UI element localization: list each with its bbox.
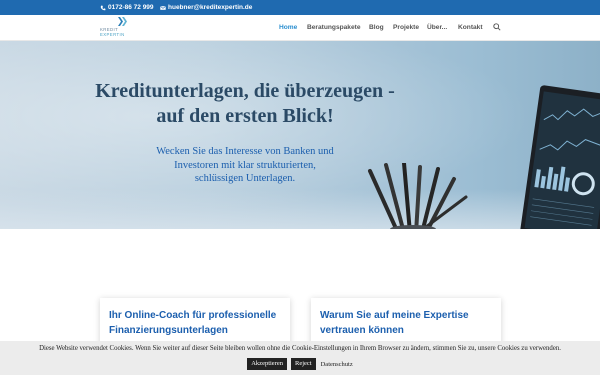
nav-item-blog[interactable]: Blog <box>369 24 384 31</box>
nav-item-kontakt[interactable]: Kontakt <box>458 24 483 31</box>
hero-heading-line2: auf den ersten Blick! <box>156 105 334 127</box>
nav-item-home[interactable]: Home <box>279 24 297 31</box>
site-logo[interactable]: KREDIT EXPERTIN <box>100 17 134 39</box>
nav-item-beratungspakete[interactable]: Beratungspakete <box>307 24 361 31</box>
cookie-reject-button[interactable]: Reject <box>291 358 316 370</box>
card-title-line1: Ihr Online-Coach für professionelle <box>109 310 277 321</box>
card-title: Warum Sie auf meine Expertise vertrauen … <box>320 308 495 338</box>
hero-sub-line2: Investoren mit klar strukturierten, <box>174 159 316 171</box>
top-contact-bar: 0172-86 72 999 huebner@kreditexpertin.de <box>0 0 600 15</box>
search-icon[interactable] <box>493 23 501 31</box>
nav-item-projekte[interactable]: Projekte <box>393 24 419 31</box>
hero-heading-line1: Kreditunterlagen, die überzeugen - <box>95 80 395 102</box>
hero-sub-line3: schlüssigen Unterlagen. <box>194 173 296 184</box>
tablet-dashboard-image <box>520 85 600 229</box>
phone-number: 0172-86 72 999 <box>108 4 154 11</box>
cookie-message: Diese Website verwendet Cookies. Wenn Si… <box>39 345 561 352</box>
cookie-accept-button[interactable]: Akzeptieren <box>247 358 287 370</box>
email-address: huebner@kreditexpertin.de <box>168 4 253 11</box>
card-title-line2: Finanzierungsunterlagen <box>109 325 228 336</box>
cookie-actions: Akzeptieren Reject Datenschutz <box>0 358 600 370</box>
pencil-cup-image <box>368 163 468 229</box>
email-contact[interactable]: huebner@kreditexpertin.de <box>160 4 252 11</box>
cookie-consent-bar: Diese Website verwendet Cookies. Wenn Si… <box>0 341 600 375</box>
site-header: KREDIT EXPERTIN Home Beratungspakete Blo… <box>0 15 600 41</box>
nav-item-ueber[interactable]: Über... <box>427 24 447 31</box>
hero-heading: Kreditunterlagen, die überzeugen - auf d… <box>60 79 430 129</box>
card-title-line2: vertrauen können <box>320 325 404 336</box>
envelope-icon <box>160 5 166 10</box>
phone-icon <box>100 5 106 10</box>
hero-banner: Kreditunterlagen, die überzeugen - auf d… <box>0 41 600 229</box>
phone-contact[interactable]: 0172-86 72 999 <box>100 4 154 11</box>
logo-word-expertin: EXPERTIN <box>100 32 125 37</box>
card-title-line1: Warum Sie auf meine Expertise <box>320 310 469 321</box>
hero-sub-line1: Wecken Sie das Interesse von Banken und <box>156 146 334 157</box>
card-title: Ihr Online-Coach für professionelle Fina… <box>109 308 284 338</box>
hero-subheading: Wecken Sie das Interesse von Banken und … <box>130 145 360 186</box>
privacy-link[interactable]: Datenschutz <box>321 361 353 368</box>
logo-mark-icon <box>118 17 127 26</box>
